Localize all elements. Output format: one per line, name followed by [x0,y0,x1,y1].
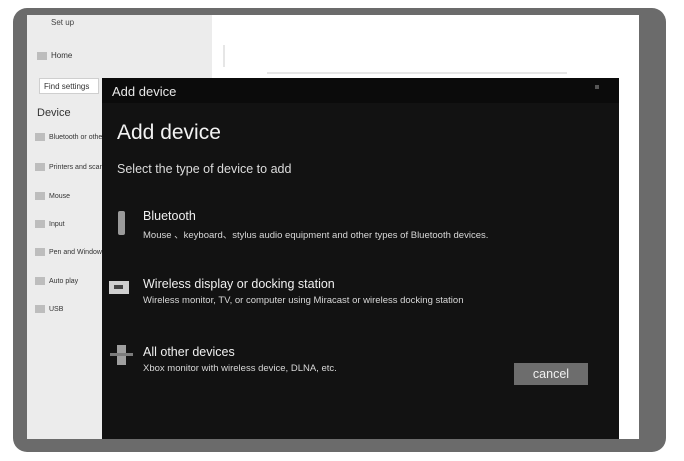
dialog-titlebar: Add device [102,78,619,103]
option-description: Xbox monitor with wireless device, DLNA,… [143,363,337,374]
option-description: Mouse 、keyboard、stylus audio equipment a… [143,230,489,241]
screen: Set up Home Find settings Device Bluetoo… [27,15,639,439]
cancel-button[interactable]: cancel [514,363,588,385]
page-title: Add device [117,121,221,144]
usb-icon [35,305,45,313]
option-wireless-display[interactable]: Wireless display or docking station Wire… [102,277,619,327]
option-title: Wireless display or docking station [143,277,335,291]
sidebar-item-input[interactable]: Input [35,220,65,228]
sidebar-item-label: Mouse [49,192,71,200]
sidebar-item-label: Pen and Windows I [49,248,110,256]
add-device-dialog: Add device Add device Select the type of… [102,78,619,439]
sidebar-item-mouse[interactable]: Mouse [35,192,70,200]
display-icon [109,281,129,294]
sidebar-item-pen[interactable]: Pen and Windows I [35,248,109,256]
bluetooth-icon [118,211,125,235]
autoplay-icon [35,277,45,285]
bluetooth-icon [35,133,45,141]
option-bluetooth[interactable]: Bluetooth Mouse 、keyboard、stylus audio e… [102,209,619,259]
printer-icon [35,163,45,171]
sidebar-item-autoplay[interactable]: Auto play [35,277,78,285]
dialog-window-title: Add device [112,84,177,99]
option-title: All other devices [143,345,235,359]
mouse-icon [35,192,45,200]
pen-icon [35,248,45,256]
sidebar-item-label: Auto play [49,277,79,285]
sidebar-heading: Device [37,107,71,119]
sidebar-item-bluetooth[interactable]: Bluetooth or other d [35,133,111,141]
home-icon [37,51,47,60]
option-description: Wireless monitor, TV, or computer using … [143,295,464,306]
plus-icon [110,345,133,365]
background-divider [267,72,567,74]
sidebar-item-label: USB [49,305,64,313]
close-icon[interactable] [595,85,599,89]
keyboard-icon [35,220,45,228]
sidebar-item-home[interactable]: Home [37,51,72,60]
find-settings-input[interactable]: Find settings [39,78,99,94]
option-title: Bluetooth [143,209,196,223]
sidebar-item-label: Input [49,220,65,228]
page-subtitle: Select the type of device to add [117,162,292,176]
setup-label: Set up [51,18,75,27]
sidebar-item-printers[interactable]: Printers and scanne [35,163,111,171]
background-divider [223,45,225,67]
sidebar-item-label: Home [51,51,73,60]
sidebar-item-usb[interactable]: USB [35,305,63,313]
